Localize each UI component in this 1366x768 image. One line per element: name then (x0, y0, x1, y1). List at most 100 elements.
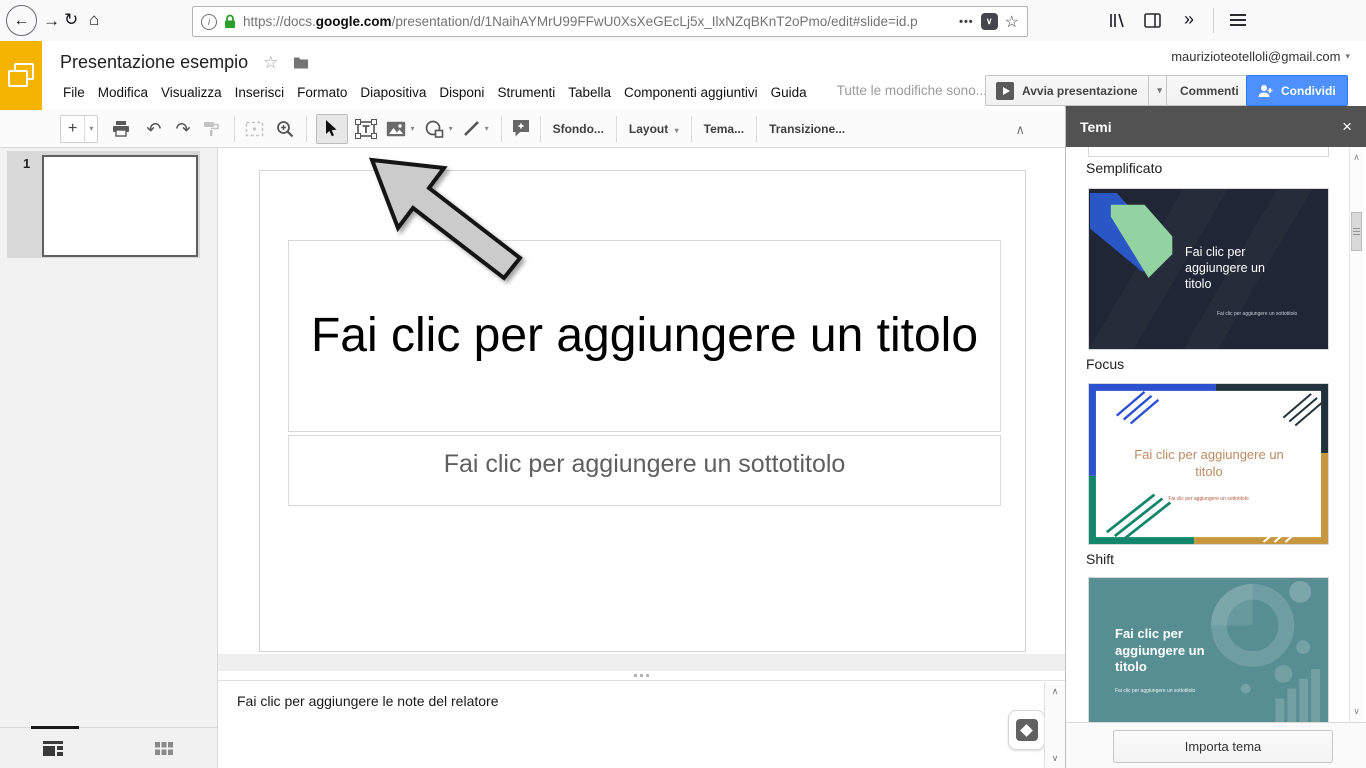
plus-icon[interactable]: + (61, 120, 84, 138)
view-switcher-bar (0, 727, 218, 768)
menu-item-visualizza[interactable]: Visualizza (160, 83, 223, 102)
document-title[interactable]: Presentazione esempio (60, 52, 248, 73)
shape-tool-icon[interactable] (425, 120, 444, 138)
account-menu[interactable]: maurizioteotelloli@gmail.com ▾ (1171, 49, 1350, 64)
background-button[interactable]: Sfondo... (541, 122, 616, 136)
edit-toolbar: + ▾ ↶ ↷ ▾ ▾ ▾ Sfondo... Layout ▾ Tema...… (0, 110, 1065, 148)
thumb-title-text: Fai clic per aggiungere un titolo (1115, 626, 1221, 676)
page-actions-icon[interactable]: ••• (959, 16, 974, 28)
zoom-icon[interactable] (276, 120, 294, 138)
url-text[interactable]: https://docs.google.com/presentation/d/1… (243, 14, 952, 29)
share-button[interactable]: Condividi (1246, 75, 1348, 106)
transition-button[interactable]: Transizione... (757, 122, 857, 136)
image-caret-icon[interactable]: ▾ (411, 124, 415, 133)
menu-item-tabella[interactable]: Tabella (567, 83, 612, 102)
present-button[interactable]: Avvia presentazione (986, 76, 1148, 105)
menu-item-strumenti[interactable]: Strumenti (496, 83, 556, 102)
forward-icon[interactable]: → (43, 12, 60, 29)
reload-icon[interactable]: ↻ (64, 11, 78, 28)
layout-button-label: Layout (629, 122, 668, 136)
textbox-tool-icon[interactable] (355, 119, 377, 139)
notes-scrollbar[interactable]: ∧ ∨ (1044, 682, 1065, 768)
slide-thumbnail[interactable] (42, 155, 198, 257)
themes-scrollbar[interactable]: ∧ ∨ (1349, 147, 1363, 722)
line-tool-icon[interactable] (463, 120, 480, 137)
line-caret-icon[interactable]: ▾ (485, 124, 489, 133)
menu-item-inserisci[interactable]: Inserisci (234, 83, 286, 102)
home-icon[interactable]: ⌂ (89, 11, 99, 28)
cursor-icon (325, 120, 338, 137)
splitter-handle[interactable] (218, 671, 1065, 680)
site-info-icon[interactable]: i (201, 14, 217, 30)
collapse-toolbar-icon[interactable]: ∧ (1015, 122, 1025, 138)
menu-hamburger-icon[interactable] (1230, 14, 1246, 16)
star-document-icon[interactable]: ☆ (263, 53, 278, 73)
explore-button[interactable] (1008, 710, 1045, 750)
sidebar-toggle-icon[interactable] (1144, 13, 1161, 28)
back-icon[interactable]: ← (6, 5, 37, 36)
redo-icon[interactable]: ↷ (175, 120, 190, 138)
select-tool-button[interactable] (316, 114, 348, 144)
slides-logo[interactable] (0, 41, 42, 110)
new-slide-button[interactable]: + ▾ (60, 115, 98, 143)
overflow-chevron-icon[interactable]: » (1184, 10, 1194, 28)
menu-item-guida[interactable]: Guida (770, 83, 808, 102)
scroll-up-icon[interactable]: ∧ (1045, 686, 1065, 697)
thumb-title-text: Fai clic per aggiungere un titolo (1129, 446, 1289, 480)
theme-item-semplificato[interactable]: Fai clic per aggiungere un titolo Fai cl… (1088, 188, 1329, 350)
url-path: /presentation/d/1NaihAYMrU99FFwU0XsXeGEc… (392, 14, 918, 29)
print-icon[interactable] (112, 120, 130, 137)
comments-button[interactable]: Commenti (1166, 75, 1253, 106)
filmstrip-view-icon[interactable] (43, 741, 63, 756)
slide-canvas[interactable]: Fai clic per aggiungere un titolo Fai cl… (259, 170, 1026, 652)
theme-name-shift: Shift (1086, 551, 1114, 567)
menu-item-diapositiva[interactable]: Diapositiva (359, 83, 427, 102)
bookmark-star-icon[interactable]: ☆ (1005, 12, 1019, 32)
slide-thumbnail-row[interactable]: 1 (7, 151, 200, 258)
title-placeholder[interactable]: Fai clic per aggiungere un titolo (288, 240, 1001, 432)
undo-icon[interactable]: ↶ (146, 120, 161, 138)
notes-placeholder[interactable]: Fai clic per aggiungere le note del rela… (237, 693, 499, 709)
thumb-subtitle-text: Fai clic per aggiungere un sottotitolo (1217, 311, 1297, 317)
scroll-down-icon[interactable]: ∨ (1350, 706, 1363, 717)
title-placeholder-text: Fai clic per aggiungere un titolo (311, 298, 978, 374)
zoom-fit-icon (245, 121, 264, 137)
library-icon[interactable] (1108, 12, 1126, 29)
menu-item-modifica[interactable]: Modifica (97, 83, 149, 102)
slide-workspace: Fai clic per aggiungere un titolo Fai cl… (218, 148, 1065, 654)
person-icon (1258, 84, 1274, 98)
toolbar-separator (1213, 8, 1214, 33)
theme-item-focus[interactable]: Fai clic per aggiungere un titolo Fai cl… (1088, 383, 1329, 545)
menu-item-componenti-aggiuntivi[interactable]: Componenti aggiuntivi (623, 83, 759, 102)
grid-view-icon[interactable] (155, 742, 173, 755)
image-tool-icon[interactable] (386, 121, 406, 137)
url-bar[interactable]: i https://docs.google.com/presentation/d… (192, 6, 1028, 37)
scroll-up-icon[interactable]: ∧ (1350, 152, 1363, 163)
subtitle-placeholder[interactable]: Fai clic per aggiungere un sottotitolo (288, 435, 1001, 506)
present-button-group: Avvia presentazione ▾ (985, 75, 1172, 106)
thumb-title-text: Fai clic per aggiungere un titolo (1185, 244, 1289, 292)
scroll-down-icon[interactable]: ∨ (1045, 753, 1065, 764)
play-icon (996, 82, 1014, 100)
theme-item-shift[interactable]: Fai clic per aggiungere un titolo Fai cl… (1088, 577, 1329, 722)
pocket-icon[interactable]: ∨ (981, 13, 998, 30)
comment-tool-icon[interactable] (511, 119, 531, 138)
theme-button[interactable]: Tema... (692, 122, 756, 136)
move-folder-icon[interactable] (293, 56, 309, 69)
save-status[interactable]: Tutte le modifiche sono... (837, 83, 987, 102)
layout-caret-icon: ▾ (675, 126, 679, 135)
url-domain: google.com (316, 14, 392, 29)
menu-item-file[interactable]: File (62, 83, 86, 102)
themes-panel-footer: Importa tema (1066, 722, 1366, 768)
chevron-down-icon: ▾ (1345, 51, 1350, 62)
menu-item-disponi[interactable]: Disponi (438, 83, 485, 102)
layout-button[interactable]: Layout ▾ (617, 122, 691, 136)
scrollbar-thumb[interactable] (1351, 212, 1362, 251)
close-icon[interactable]: × (1342, 117, 1352, 137)
theme-thumbnail-partial[interactable] (1088, 147, 1329, 157)
import-theme-button[interactable]: Importa tema (1113, 730, 1333, 763)
shape-caret-icon[interactable]: ▾ (449, 124, 453, 133)
paint-format-icon (203, 121, 220, 137)
new-slide-caret-icon[interactable]: ▾ (84, 116, 97, 142)
menu-item-formato[interactable]: Formato (296, 83, 348, 102)
